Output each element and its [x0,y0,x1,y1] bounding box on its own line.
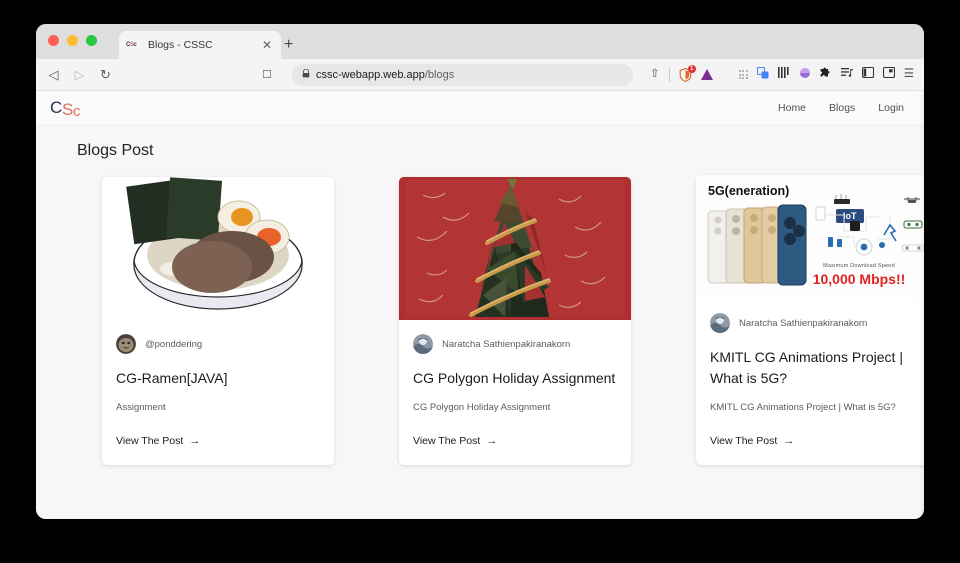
card-title: KMITL CG Animations Project | What is 5G… [710,349,903,386]
card-thumbnail-5g: 5G(eneration) IoT Maximum Download Speed… [696,175,924,299]
card-author-row: Naratcha Sathienpakiranakorn [710,313,914,333]
arrow-right-icon: → [783,435,795,447]
view-post-label: View The Post [710,435,778,447]
arrow-right-icon: → [486,435,498,447]
omnibox-wrapper: ☐ cssc-webapp.web.app/blogs [124,63,634,86]
share-icon[interactable]: ⇧ [650,68,660,81]
card-description: KMITL CG Animations Project | What is 5G… [710,402,896,413]
shield-count-badge: 1 [687,64,696,73]
news-icon[interactable] [777,67,790,82]
arrow-right-icon: → [189,435,201,447]
bookmark-icon[interactable]: ☐ [262,68,272,81]
site-navigation: Home Blogs Login [778,102,904,114]
browser-tab[interactable]: CSc Blogs - CSSC ✕ [119,31,281,59]
nav-link-login[interactable]: Login [878,102,904,114]
brave-shields-icon[interactable]: 1 [679,64,696,82]
triangle-icon[interactable] [700,69,713,80]
page-viewport: C S c Home Blogs Login Blogs Post @pondd… [36,91,924,519]
site-header: C S c Home Blogs Login [36,91,924,126]
playlist-icon[interactable] [840,67,853,82]
card-author-row: Naratcha Sathienpakiranakorn [413,334,617,354]
card-author-name: @ponddering [145,338,203,350]
card-description: CG Polygon Holiday Assignment [413,402,551,413]
wallet-icon[interactable] [799,67,811,83]
minimize-window-button[interactable] [67,35,78,46]
tab-title: Blogs - CSSC [148,39,213,51]
view-post-link[interactable]: View The Post → [116,435,200,447]
blog-card[interactable]: Naratcha Sathienpakiranakorn CG Polygon … [399,177,631,465]
logo-letter-s: S [62,100,74,119]
toolbar-right-icons: ⇧ 1 ☰ [644,64,914,83]
nav-link-blogs[interactable]: Blogs [829,102,855,114]
card-thumbnail-ramen [102,177,334,320]
avatar [710,313,730,333]
forward-button[interactable]: ▷ [72,68,87,81]
url-text: cssc-webapp.web.app/blogs [316,69,454,81]
close-window-button[interactable] [48,35,59,46]
tab-favicon-csc-logo: CSc [126,41,137,48]
card-author-name: Naratcha Sathienpakiranakorn [739,317,868,329]
back-button[interactable]: ◁ [46,68,61,81]
window-traffic-lights [48,35,97,46]
apps-grid-icon[interactable] [738,70,748,79]
browser-window: CSc Blogs - CSSC ✕ + ◁ ▷ ↻ ☐ cssc-webapp… [36,24,924,519]
browser-toolbar: ◁ ▷ ↻ ☐ cssc-webapp.web.app/blogs ⇧ 1 ☰ [36,59,924,91]
new-tab-button[interactable]: + [284,37,293,53]
blog-card[interactable]: 5G(eneration) IoT Maximum Download Speed… [696,175,924,465]
speed-value: 10,000 Mbps!! [812,271,906,287]
blog-cards-grid: @ponddering CG-Ramen[JAVA] Assignment Vi… [36,160,924,519]
avatar [413,334,433,354]
view-post-link[interactable]: View The Post → [413,435,497,447]
logo-letter-c1: C [50,98,63,117]
sidebar-panel-icon[interactable] [861,67,874,82]
view-post-link[interactable]: View The Post → [710,435,794,447]
fiveg-headline: 5G(eneration) [708,184,790,198]
card-body: @ponddering CG-Ramen[JAVA] Assignment Vi… [102,320,334,465]
card-thumbnail-christmas-tree [399,177,631,320]
card-title: CG Polygon Holiday Assignment [413,370,616,386]
url-domain: cssc-webapp.web.app [316,68,425,81]
avatar [116,334,136,354]
card-body: Naratcha Sathienpakiranakorn CG Polygon … [399,320,631,465]
blog-card[interactable]: @ponddering CG-Ramen[JAVA] Assignment Vi… [102,177,334,465]
fiveg-banner: 5G(eneration) IoT Maximum Download Speed… [696,175,924,299]
reload-button[interactable]: ↻ [98,68,113,81]
card-title: CG-Ramen[JAVA] [116,370,228,386]
menu-icon[interactable]: ☰ [904,68,914,81]
toolbar-divider [668,67,670,82]
view-post-label: View The Post [116,435,184,447]
screenshot-icon[interactable] [882,67,895,82]
address-bar[interactable]: cssc-webapp.web.app/blogs [292,63,634,86]
card-description: Assignment [116,402,166,413]
lock-icon [302,68,310,80]
translate-icon[interactable] [756,66,769,83]
speed-caption: Maximum Download Speed [823,263,895,269]
tab-strip: CSc Blogs - CSSC ✕ + [36,24,924,59]
site-logo[interactable]: C S c [50,97,100,120]
logo-letter-c2: c [73,103,81,120]
card-author-row: @ponddering [116,334,320,354]
page-title: Blogs Post [77,142,154,159]
maximize-window-button[interactable] [86,35,97,46]
card-author-name: Naratcha Sathienpakiranakorn [442,338,571,350]
nav-link-home[interactable]: Home [778,102,806,114]
view-post-label: View The Post [413,435,481,447]
card-body: Naratcha Sathienpakiranakorn KMITL CG An… [696,299,924,465]
url-path: /blogs [424,68,455,81]
extensions-puzzle-icon[interactable] [820,67,832,83]
close-tab-button[interactable]: ✕ [260,39,274,51]
